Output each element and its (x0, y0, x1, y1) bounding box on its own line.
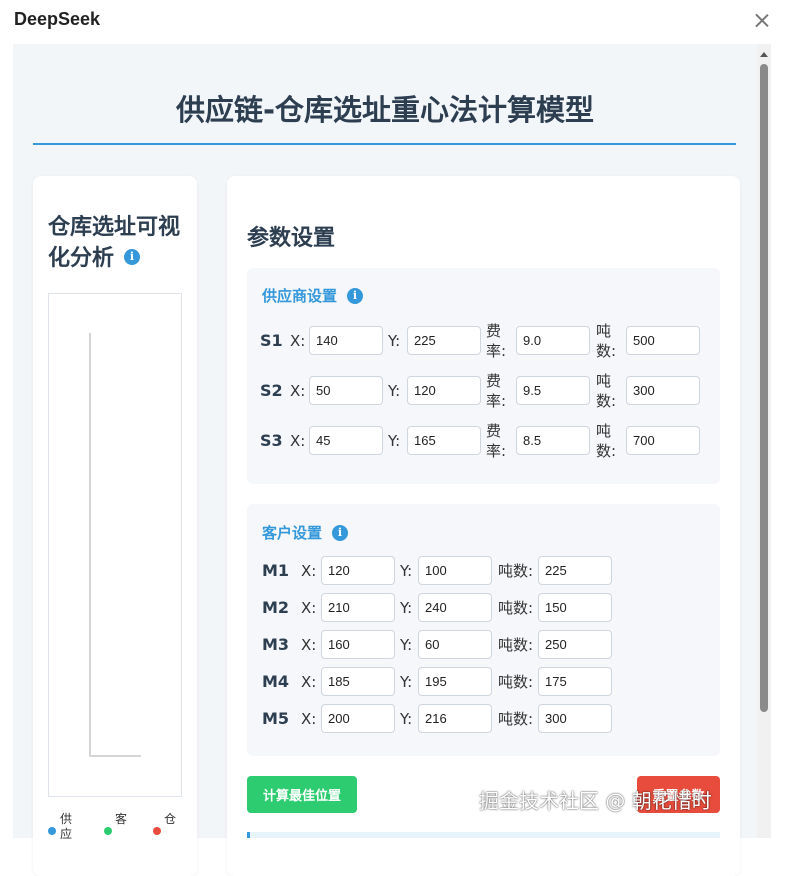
x-label: X: (301, 636, 317, 654)
legend-dot-supplier (48, 827, 56, 835)
visualization-heading: 仓库选址可视化分析 i (48, 212, 188, 274)
supplier-rate-input[interactable] (516, 426, 590, 455)
customer-y-input[interactable] (418, 704, 492, 733)
customer-tons-input[interactable] (538, 593, 612, 622)
supplier-x-input[interactable] (309, 426, 383, 455)
y-label: Y: (388, 382, 401, 400)
customer-panel-title: 客户设置 (262, 524, 323, 542)
customer-row-label: M4 (262, 672, 290, 691)
supplier-row-label: S1 (260, 331, 283, 350)
x-label: X: (290, 332, 306, 350)
y-label: Y: (388, 332, 401, 350)
tons-label: 吨数: (596, 322, 617, 360)
customer-x-input[interactable] (321, 593, 395, 622)
y-label: Y: (400, 562, 413, 580)
customer-tons-input[interactable] (538, 630, 612, 659)
customer-row-label: M3 (262, 635, 290, 654)
chart-y-axis (89, 333, 91, 757)
page-title: 供应链-仓库选址重心法计算模型 (175, 93, 595, 127)
tons-label: 吨数: (498, 562, 534, 580)
supplier-tons-input[interactable] (626, 426, 700, 455)
close-icon[interactable] (751, 10, 773, 32)
customer-x-input[interactable] (321, 704, 395, 733)
supplier-y-input[interactable] (407, 326, 481, 355)
customer-x-input[interactable] (321, 556, 395, 585)
tons-label: 吨数: (498, 673, 534, 691)
title-divider (33, 143, 736, 145)
supplier-y-input[interactable] (407, 426, 481, 455)
dialog-header: DeepSeek (0, 0, 786, 44)
rate-label: 费率: (486, 422, 507, 460)
supplier-rate-input[interactable] (516, 376, 590, 405)
chart-x-axis (89, 755, 141, 757)
customer-y-input[interactable] (418, 556, 492, 585)
legend-label-customer: 客 (115, 812, 128, 826)
legend-dot-customer (104, 827, 112, 835)
x-label: X: (301, 673, 317, 691)
supplier-panel-heading: 供应商设置 i (262, 285, 364, 306)
tons-label: 吨数: (596, 372, 617, 410)
y-label: Y: (400, 599, 413, 617)
app-title: DeepSeek (14, 9, 101, 29)
customer-row-label: M2 (262, 598, 290, 617)
info-icon[interactable]: i (332, 524, 349, 541)
calculate-button[interactable]: 计算最佳位置 (247, 776, 357, 813)
supplier-row-label: S3 (260, 431, 283, 450)
supplier-x-input[interactable] (309, 326, 383, 355)
customer-x-input[interactable] (321, 667, 395, 696)
customer-y-input[interactable] (418, 593, 492, 622)
customer-row-label: M5 (262, 709, 290, 728)
customer-y-input[interactable] (418, 630, 492, 659)
legend-dot-warehouse (153, 827, 161, 835)
result-panel (247, 832, 720, 838)
x-label: X: (301, 599, 317, 617)
info-icon[interactable]: i (347, 287, 364, 304)
tons-label: 吨数: (498, 710, 534, 728)
x-label: X: (290, 382, 306, 400)
rate-label: 费率: (486, 372, 507, 410)
visualization-title: 仓库选址可视化分析 (48, 215, 181, 271)
tons-label: 吨数: (498, 636, 534, 654)
supplier-tons-input[interactable] (626, 376, 700, 405)
customer-tons-input[interactable] (538, 556, 612, 585)
x-label: X: (301, 562, 317, 580)
watermark: 掘金技术社区 @ 朝花惜时 (479, 789, 712, 813)
x-label: X: (290, 432, 306, 450)
supplier-panel-title: 供应商设置 (262, 287, 338, 305)
supplier-rate-input[interactable] (516, 326, 590, 355)
supplier-y-input[interactable] (407, 376, 481, 405)
visualization-canvas (48, 293, 182, 797)
parameters-title: 参数设置 (247, 226, 336, 251)
customer-panel-heading: 客户设置 i (262, 522, 349, 543)
rate-label: 费率: (486, 322, 507, 360)
tons-label: 吨数: (498, 599, 534, 617)
y-label: Y: (400, 636, 413, 654)
customer-x-input[interactable] (321, 630, 395, 659)
supplier-row-label: S2 (260, 381, 283, 400)
customer-tons-input[interactable] (538, 667, 612, 696)
y-label: Y: (400, 673, 413, 691)
customer-row-label: M1 (262, 561, 290, 580)
supplier-x-input[interactable] (309, 376, 383, 405)
y-label: Y: (400, 710, 413, 728)
supplier-tons-input[interactable] (626, 326, 700, 355)
legend-label-warehouse: 仓 (164, 812, 177, 826)
y-label: Y: (388, 432, 401, 450)
customer-y-input[interactable] (418, 667, 492, 696)
tons-label: 吨数: (596, 422, 617, 460)
customer-tons-input[interactable] (538, 704, 612, 733)
info-icon[interactable]: i (124, 249, 141, 265)
x-label: X: (301, 710, 317, 728)
